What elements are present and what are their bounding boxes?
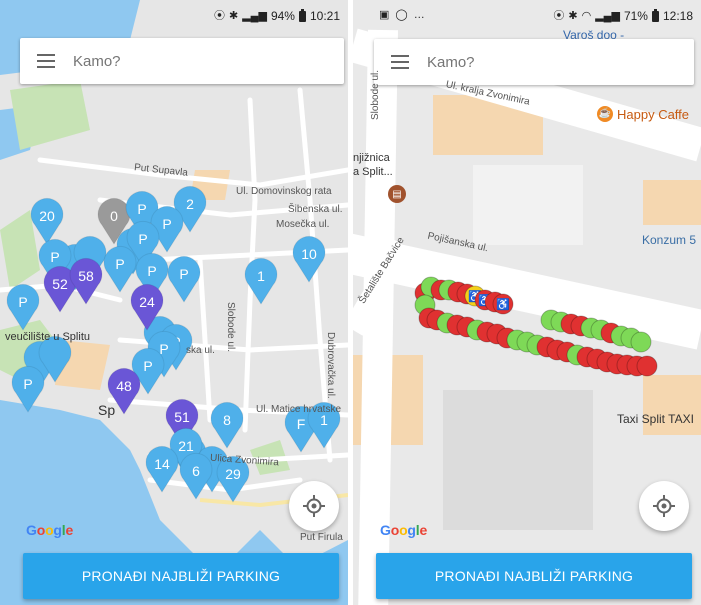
my-location-button[interactable]: [289, 481, 339, 531]
marker-label: 48: [116, 378, 132, 394]
marker-label: 52: [52, 276, 68, 292]
menu-icon[interactable]: [37, 54, 55, 68]
map-label-street: Ul. Matice hrvatske: [256, 404, 342, 415]
map-label-street: ska ul.: [186, 345, 215, 356]
find-nearest-parking-button[interactable]: PRONAĐI NAJBLIŽI PARKING: [23, 553, 339, 599]
map-label-business: Konzum 5: [642, 233, 697, 247]
google-logo: Google: [380, 522, 428, 538]
map-label-place: a Split...: [353, 166, 393, 178]
google-logo: Google: [26, 522, 74, 538]
marker-label: 8: [223, 412, 231, 428]
poi-label: Happy Caffe: [617, 106, 690, 122]
search-input[interactable]: Kamo?: [73, 53, 121, 70]
marker-label: 10: [301, 246, 317, 262]
marker-label: 2: [186, 196, 194, 212]
marker-label: P: [23, 376, 32, 392]
status-bar: ⦿ ✱ ▂▄▆ 94% 10:21: [0, 0, 348, 30]
marker-label: 14: [154, 456, 170, 472]
marker-label: 51: [174, 409, 190, 425]
cafe-icon: ☕: [597, 106, 613, 122]
search-bar[interactable]: Kamo?: [20, 38, 344, 84]
whatsapp-icon: ◯: [395, 9, 408, 21]
marker-label: 24: [139, 294, 155, 310]
battery-percent: 71%: [623, 9, 648, 23]
library-icon: ▤: [388, 185, 406, 203]
signal-icon: ▂▄▆: [242, 10, 267, 22]
wifi-icon: ◠: [581, 10, 592, 22]
location-icon: ⦿: [214, 10, 225, 22]
marker-label: 0: [110, 208, 118, 224]
battery-icon: [298, 8, 306, 22]
battery-percent: 94%: [270, 9, 295, 23]
map-label-business: Taxi Split TAXI: [617, 412, 694, 426]
notification-icon: ▣: [379, 9, 390, 21]
bluetooth-icon: ✱: [568, 10, 578, 22]
screen-street-detail-map: ♿♿♿ ▣ ◯ … ⦿ ✱ ◠ ▂▄▆ 71% 12:18 Varoš doo …: [353, 0, 701, 605]
marker-label: P: [18, 294, 27, 310]
parking-spot-taken[interactable]: ♿: [492, 293, 514, 315]
map-label-street: Slobode ul.: [225, 302, 236, 353]
my-location-button[interactable]: [639, 481, 689, 531]
location-icon: ⦿: [553, 10, 565, 22]
marker-label: P: [138, 231, 147, 247]
marker-label: F: [297, 416, 306, 432]
find-nearest-parking-button[interactable]: PRONAĐI NAJBLIŽI PARKING: [376, 553, 692, 599]
search-bar[interactable]: Kamo?: [374, 39, 694, 85]
map-label-street: Mosečka ul.: [276, 219, 330, 230]
crosshair-icon: [653, 495, 675, 517]
more-notifications-icon: …: [413, 9, 425, 21]
wheelchair-icon: ♿: [496, 298, 510, 311]
screen-overview-map: 200P2PPPPPP105258P124PPPP48518F12114629 …: [0, 0, 348, 605]
clock: 10:21: [309, 9, 340, 23]
marker-label: 1: [257, 268, 265, 284]
poi-happy-caffe[interactable]: ☕ Happy Caffe: [597, 106, 689, 122]
map-label-street: Ul. Domovinskog rata: [236, 186, 332, 197]
map-label-city: Sp: [98, 402, 116, 418]
parking-spot-free[interactable]: [630, 331, 652, 353]
marker-label: P: [143, 358, 152, 374]
bluetooth-icon: ✱: [229, 10, 239, 22]
clock: 12:18: [662, 9, 693, 23]
marker-label: P: [115, 256, 124, 272]
marker-label: P: [137, 201, 146, 217]
map-label-place: njižnica: [353, 152, 390, 164]
status-bar: ▣ ◯ … ⦿ ✱ ◠ ▂▄▆ 71% 12:18: [353, 0, 701, 30]
menu-icon[interactable]: [391, 55, 409, 69]
search-input[interactable]: Kamo?: [427, 54, 475, 71]
signal-icon: ▂▄▆: [595, 10, 620, 22]
marker-label: 29: [225, 466, 241, 482]
marker-label: P: [162, 216, 171, 232]
map-label-street: Slobode ul.: [370, 69, 381, 120]
marker-label: 20: [39, 208, 55, 224]
marker-label: P: [147, 263, 156, 279]
marker-label: 21: [178, 438, 194, 454]
crosshair-icon: [303, 495, 325, 517]
map-label-street: Šibenska ul.: [288, 204, 343, 215]
map-label-street: Dubrovačka ul.: [325, 332, 336, 399]
parking-spot-taken[interactable]: [636, 355, 658, 377]
map-label-street: Put Firula: [300, 532, 343, 543]
marker-label: 6: [192, 463, 200, 479]
marker-label: P: [50, 249, 59, 265]
map-label-place: veučilište u Splitu: [5, 331, 90, 343]
battery-icon: [651, 8, 659, 22]
marker-label: P: [179, 266, 188, 282]
marker-label: 58: [78, 268, 94, 284]
